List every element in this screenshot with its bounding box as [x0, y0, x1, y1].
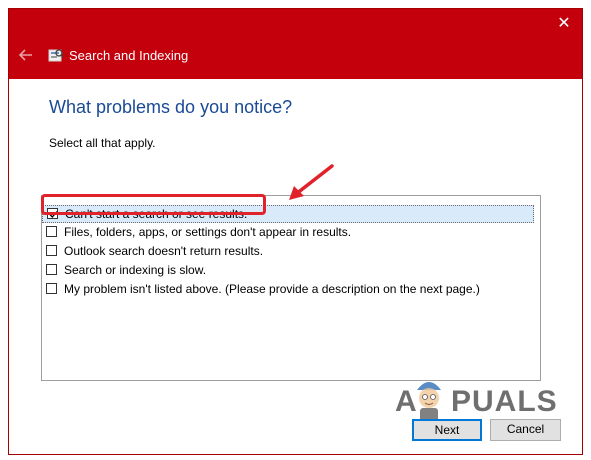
option-label: Files, folders, apps, or settings don't …	[64, 225, 352, 239]
option-label: My problem isn't listed above. (Please p…	[64, 282, 480, 296]
watermark-text: PUALS	[451, 385, 558, 418]
checkbox[interactable]	[46, 245, 57, 256]
instruction-text: Select all that apply.	[49, 136, 156, 150]
option-search-slow[interactable]: Search or indexing is slow.	[42, 262, 534, 280]
option-outlook-search[interactable]: Outlook search doesn't return results.	[42, 243, 534, 261]
watermark-mascot-icon	[417, 382, 441, 422]
next-button[interactable]: Next	[412, 419, 482, 441]
annotation-highlight-box	[41, 194, 266, 215]
checkbox[interactable]	[46, 264, 57, 275]
close-button[interactable]: ✕	[552, 13, 576, 35]
checkbox[interactable]	[46, 283, 57, 294]
title-bar: ✕ Search and Indexing	[9, 9, 582, 79]
search-indexing-icon	[48, 47, 64, 63]
back-arrow-icon[interactable]	[15, 45, 37, 65]
window-title: Search and Indexing	[69, 48, 189, 63]
option-label: Search or indexing is slow.	[64, 263, 207, 277]
cancel-button[interactable]: Cancel	[490, 419, 561, 441]
option-problem-not-listed[interactable]: My problem isn't listed above. (Please p…	[42, 281, 534, 299]
annotation-arrow-icon	[289, 164, 334, 200]
problem-list: Can't start a search or see results. Fil…	[41, 195, 541, 381]
option-label: Outlook search doesn't return results.	[64, 244, 264, 258]
checkbox[interactable]	[46, 226, 57, 237]
option-files-not-in-results[interactable]: Files, folders, apps, or settings don't …	[42, 224, 534, 242]
page-heading: What problems do you notice?	[49, 97, 293, 117]
